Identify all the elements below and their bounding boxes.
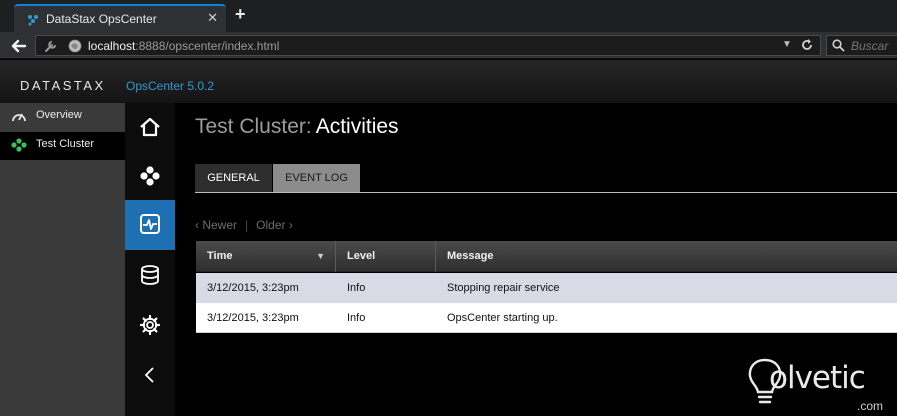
pager: ‹ Newer | Older › bbox=[195, 218, 293, 232]
tab-general[interactable]: GENERAL bbox=[195, 164, 272, 193]
cell-level: Info bbox=[347, 312, 366, 324]
app-header: DATASTAX OpsCenter 5.0.2 bbox=[0, 60, 897, 103]
nav-item-label: Overview bbox=[36, 109, 82, 121]
new-tab-button[interactable]: + bbox=[235, 5, 246, 23]
datastax-favicon-icon bbox=[28, 15, 38, 26]
cell-message: OpsCenter starting up. bbox=[447, 312, 558, 324]
rail-activities-button[interactable] bbox=[125, 200, 175, 250]
browser-tab-title: DataStax OpsCenter bbox=[46, 12, 157, 26]
page-title-section: Activities bbox=[315, 115, 399, 138]
activity-icon bbox=[140, 214, 160, 234]
nav-item-overview[interactable]: Overview bbox=[0, 103, 125, 130]
table-row[interactable]: 3/12/2015, 3:23pm Info Stopping repair s… bbox=[196, 273, 897, 303]
wrench-icon bbox=[45, 41, 56, 52]
gear-icon bbox=[139, 314, 161, 336]
product-version: OpsCenter 5.0.2 bbox=[126, 79, 215, 93]
column-header-time[interactable]: Time ▼ bbox=[196, 241, 336, 272]
nav-item-label: Test Cluster bbox=[36, 138, 95, 150]
gauge-icon bbox=[12, 113, 26, 122]
column-header-level[interactable]: Level bbox=[336, 241, 436, 272]
browser-nav-bar: localhost:8888/opscenter/index.html ▼ bbox=[0, 32, 897, 59]
column-header-label: Time bbox=[207, 250, 233, 262]
cell-time: 3/12/2015, 3:23pm bbox=[207, 282, 299, 294]
table-row[interactable]: 3/12/2015, 3:23pm Info OpsCenter startin… bbox=[196, 303, 897, 333]
tab-event-log[interactable]: EVENT LOG bbox=[273, 164, 360, 193]
rail-home-button[interactable] bbox=[125, 103, 175, 153]
cell-time: 3/12/2015, 3:23pm bbox=[207, 312, 299, 324]
rail-nodes-button[interactable] bbox=[125, 152, 175, 202]
rail-collapse-button[interactable] bbox=[125, 351, 175, 401]
nodes-icon bbox=[140, 166, 160, 186]
rail-settings-button[interactable] bbox=[125, 301, 175, 351]
icon-rail bbox=[125, 103, 175, 416]
cluster-icon bbox=[11, 138, 27, 152]
browser-tab-strip: DataStax OpsCenter ✕ + bbox=[0, 0, 897, 32]
left-nav: Overview Test Cluster bbox=[0, 103, 125, 416]
chevron-left-icon bbox=[144, 367, 154, 383]
nav-item-test-cluster[interactable]: Test Cluster bbox=[0, 132, 125, 160]
page-title: Test Cluster: Activities bbox=[195, 115, 399, 139]
search-input[interactable] bbox=[851, 39, 897, 53]
url-text[interactable]: localhost:8888/opscenter/index.html bbox=[88, 39, 279, 53]
older-link[interactable]: Older › bbox=[256, 218, 293, 232]
solvetic-watermark: olvetic .com bbox=[745, 352, 897, 416]
pager-separator: | bbox=[245, 218, 249, 232]
home-icon bbox=[140, 117, 160, 137]
newer-link[interactable]: ‹ Newer bbox=[195, 218, 237, 232]
rail-data-button[interactable] bbox=[125, 251, 175, 301]
column-header-message[interactable]: Message bbox=[436, 241, 897, 272]
url-host: localhost bbox=[88, 39, 136, 53]
page-title-cluster: Test Cluster: bbox=[195, 115, 312, 138]
sort-down-icon[interactable]: ▼ bbox=[316, 241, 325, 272]
browser-tab[interactable]: DataStax OpsCenter ✕ bbox=[14, 4, 226, 32]
datastax-logo: DATASTAX bbox=[20, 78, 106, 93]
url-dropdown-icon[interactable]: ▼ bbox=[782, 39, 792, 50]
cell-level: Info bbox=[347, 282, 366, 294]
database-icon bbox=[141, 265, 159, 285]
reload-icon[interactable] bbox=[800, 38, 814, 52]
cell-message: Stopping repair service bbox=[447, 282, 560, 294]
search-icon bbox=[832, 39, 845, 52]
address-bar[interactable]: localhost:8888/opscenter/index.html ▼ bbox=[35, 35, 821, 56]
tab-divider bbox=[195, 192, 897, 193]
grid-header: Time ▼ Level Message bbox=[196, 241, 897, 272]
back-arrow-icon[interactable] bbox=[8, 36, 30, 56]
watermark-suffix: .com bbox=[857, 399, 884, 413]
url-path: :8888/opscenter/index.html bbox=[135, 39, 280, 53]
globe-icon bbox=[68, 39, 82, 53]
close-tab-icon[interactable]: ✕ bbox=[207, 11, 218, 24]
watermark-text: olvetic bbox=[769, 360, 866, 396]
browser-search-box[interactable] bbox=[826, 35, 897, 56]
